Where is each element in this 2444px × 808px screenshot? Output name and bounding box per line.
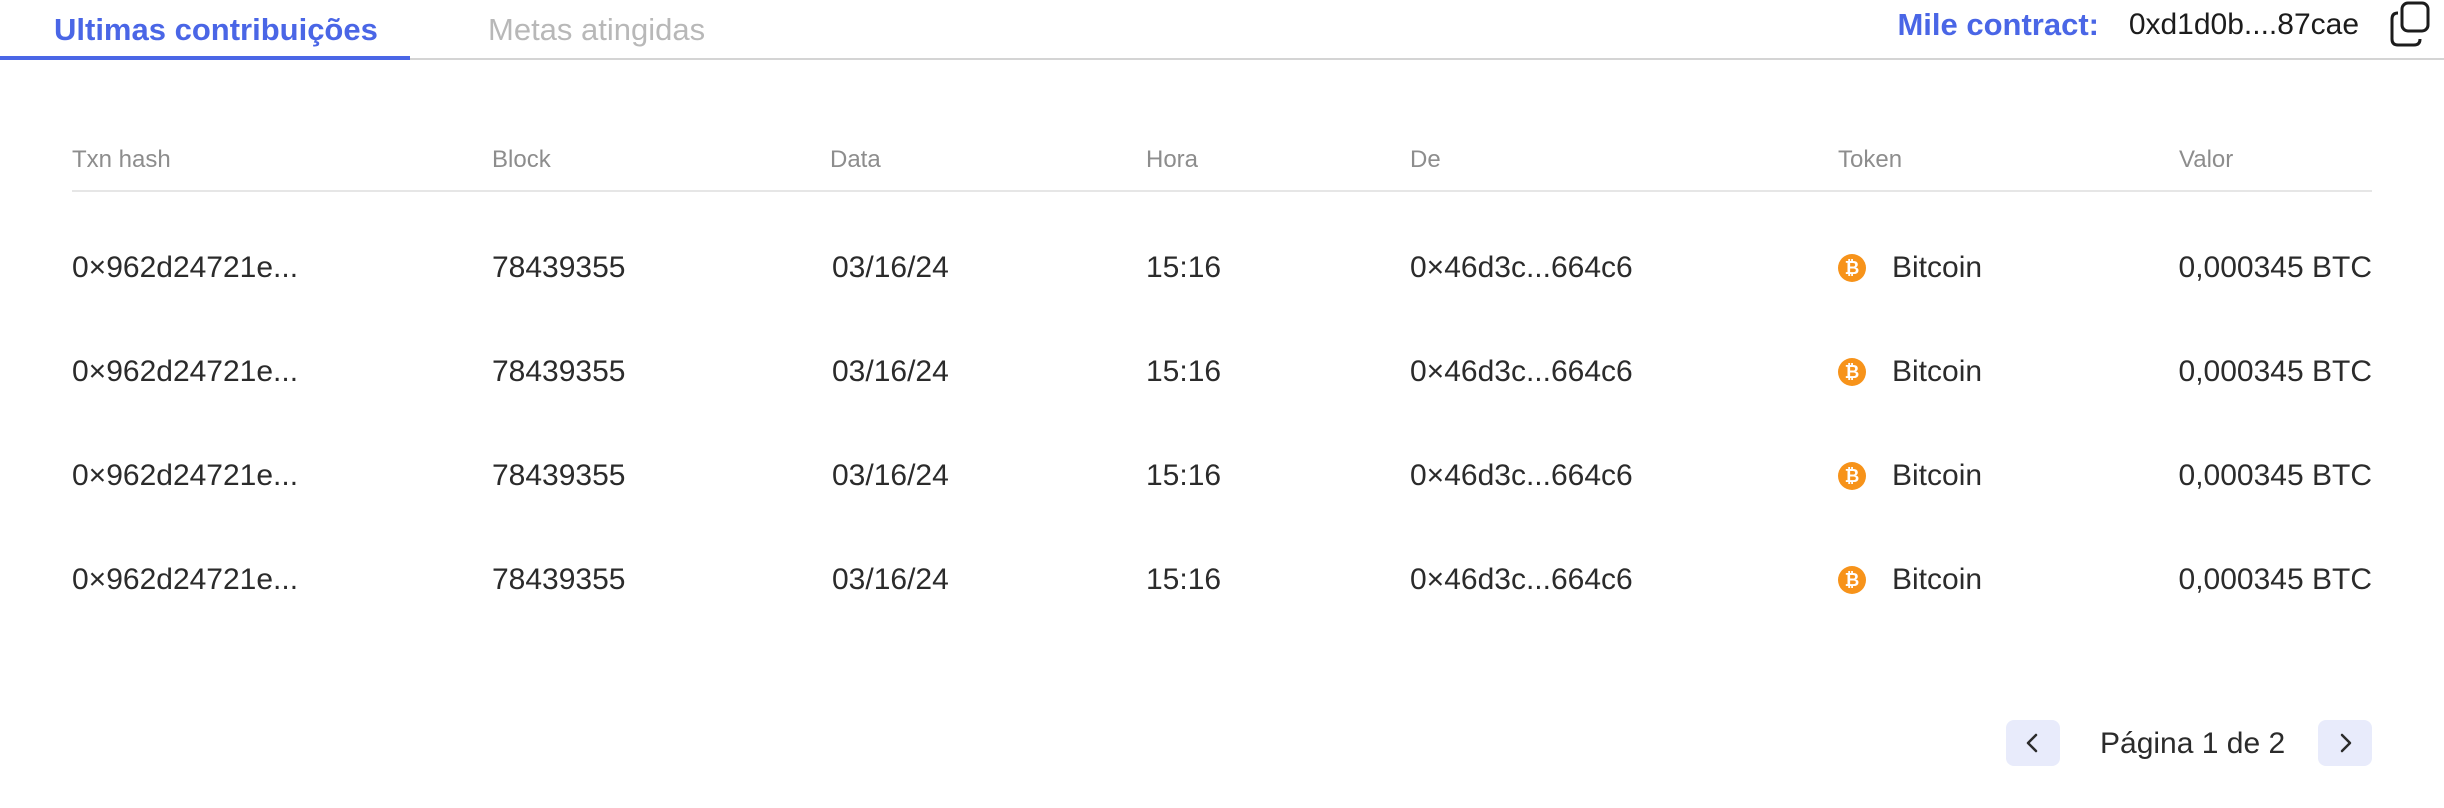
token-name: Bitcoin xyxy=(1892,251,1983,284)
time: 15:16 xyxy=(1146,563,1222,596)
bitcoin-icon: ₿ xyxy=(1838,254,1866,282)
table-row[interactable]: 0×962d24721e... 78439355 03/16/24 15:16 … xyxy=(72,320,2372,424)
token-name: Bitcoin xyxy=(1892,355,1983,388)
date: 03/16/24 xyxy=(832,563,949,596)
table-row[interactable]: 0×962d24721e... 78439355 03/16/24 15:16 … xyxy=(72,528,2372,632)
header-token: Token xyxy=(1838,146,1903,173)
time: 15:16 xyxy=(1146,251,1222,284)
txn-hash: 0×962d24721e... xyxy=(72,355,299,388)
from-address: 0×46d3c...664c6 xyxy=(1410,251,1633,284)
table-row[interactable]: 0×962d24721e... 78439355 03/16/24 15:16 … xyxy=(72,216,2372,320)
token-name: Bitcoin xyxy=(1892,563,1983,596)
pagination-label: Página 1 de 2 xyxy=(2100,727,2286,760)
txn-hash: 0×962d24721e... xyxy=(72,563,299,596)
previous-page-button[interactable] xyxy=(2006,720,2060,766)
header-block: Block xyxy=(492,146,551,173)
date: 03/16/24 xyxy=(832,355,949,388)
tab-ultimas-contribuicoes[interactable]: Ultimas contribuições xyxy=(54,10,378,50)
from-address: 0×46d3c...664c6 xyxy=(1410,459,1633,492)
block-number: 78439355 xyxy=(492,563,626,596)
date: 03/16/24 xyxy=(832,251,949,284)
chevron-right-icon xyxy=(2340,733,2352,753)
bitcoin-icon: ₿ xyxy=(1838,462,1866,490)
token-name: Bitcoin xyxy=(1892,459,1983,492)
next-page-button[interactable] xyxy=(2318,720,2372,766)
bitcoin-icon: ₿ xyxy=(1838,566,1866,594)
from-address: 0×46d3c...664c6 xyxy=(1410,355,1633,388)
block-number: 78439355 xyxy=(492,459,626,492)
copy-icon[interactable] xyxy=(2388,0,2432,48)
header-hora: Hora xyxy=(1146,146,1199,173)
time: 15:16 xyxy=(1146,459,1222,492)
header-data: Data xyxy=(830,146,881,173)
contract-label: Mile contract: xyxy=(1897,7,2099,42)
contract-address: 0xd1d0b....87cae xyxy=(2128,8,2359,41)
header-txn-hash: Txn hash xyxy=(72,146,171,173)
contributions-table: Txn hash Block Data Hora De Token Valor … xyxy=(72,140,2372,632)
date: 03/16/24 xyxy=(832,459,949,492)
time: 15:16 xyxy=(1146,355,1222,388)
value: 0,000345 BTC xyxy=(2178,355,2372,388)
header-de: De xyxy=(1410,146,1441,173)
header-valor: Valor xyxy=(2179,146,2234,173)
from-address: 0×46d3c...664c6 xyxy=(1410,563,1633,596)
value: 0,000345 BTC xyxy=(2178,251,2372,284)
table-row[interactable]: 0×962d24721e... 78439355 03/16/24 15:16 … xyxy=(72,424,2372,528)
top-bar: Ultimas contribuições Metas atingidas Mi… xyxy=(0,0,2444,60)
tab-metas-atingidas[interactable]: Metas atingidas xyxy=(488,10,705,50)
block-number: 78439355 xyxy=(492,355,626,388)
block-number: 78439355 xyxy=(492,251,626,284)
txn-hash: 0×962d24721e... xyxy=(72,251,299,284)
table-header: Txn hash Block Data Hora De Token Valor xyxy=(72,140,2372,192)
value: 0,000345 BTC xyxy=(2178,563,2372,596)
active-tab-indicator xyxy=(0,56,410,60)
chevron-left-icon xyxy=(2026,733,2038,753)
txn-hash: 0×962d24721e... xyxy=(72,459,299,492)
value: 0,000345 BTC xyxy=(2178,459,2372,492)
bitcoin-icon: ₿ xyxy=(1838,358,1866,386)
